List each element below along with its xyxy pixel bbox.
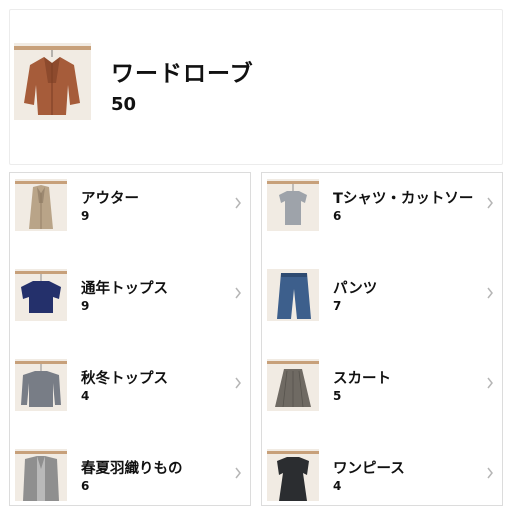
category-count: 6 [333, 209, 342, 223]
gray-tshirt-photo-icon [267, 179, 319, 231]
category-label: パンツ [333, 281, 378, 297]
wardrobe-count: 50 [111, 94, 137, 115]
category-item-all-season-tops[interactable]: 通年トップス 9 [10, 263, 250, 353]
leather-jacket-photo-icon [14, 43, 91, 120]
category-item-skirts[interactable]: スカート 5 [262, 353, 502, 443]
jeans-photo-icon [267, 269, 319, 321]
category-label: Tシャツ・カットソー [333, 191, 474, 207]
category-count: 9 [81, 299, 90, 313]
chevron-right-icon [487, 377, 493, 389]
category-count: 9 [81, 209, 90, 223]
wardrobe-header-card[interactable]: ワードローブ 50 [9, 9, 503, 165]
category-label: アウター [81, 191, 139, 207]
chevron-right-icon [235, 467, 241, 479]
chevron-right-icon [487, 197, 493, 209]
chevron-right-icon [235, 287, 241, 299]
category-label: 秋冬トップス [81, 371, 168, 387]
category-item-dresses[interactable]: ワンピース 4 [262, 443, 502, 505]
category-count: 4 [333, 479, 342, 493]
category-list-right: Tシャツ・カットソー 6 パンツ 7 スカート 5 ワンピース 4 [261, 172, 503, 506]
gray-sweater-photo-icon [15, 359, 67, 411]
category-label: ワンピース [333, 461, 405, 477]
category-label: 通年トップス [81, 281, 168, 297]
chevron-right-icon [487, 287, 493, 299]
category-count: 5 [333, 389, 342, 403]
black-dress-photo-icon [267, 449, 319, 501]
category-item-pants[interactable]: パンツ 7 [262, 263, 502, 353]
wardrobe-title: ワードローブ [111, 61, 254, 87]
category-count: 6 [81, 479, 90, 493]
navy-top-photo-icon [15, 269, 67, 321]
category-count: 4 [81, 389, 90, 403]
category-count: 7 [333, 299, 342, 313]
category-label: 春夏羽織りもの [81, 461, 183, 477]
pleated-skirt-photo-icon [267, 359, 319, 411]
category-item-tshirts[interactable]: Tシャツ・カットソー 6 [262, 173, 502, 263]
category-item-autumn-winter-tops[interactable]: 秋冬トップス 4 [10, 353, 250, 443]
category-item-outer[interactable]: アウター 9 [10, 173, 250, 263]
trench-coat-photo-icon [15, 179, 67, 231]
chevron-right-icon [487, 467, 493, 479]
category-list-left: アウター 9 通年トップス 9 秋冬トップス 4 春夏羽織りもの 6 [9, 172, 251, 506]
category-item-spring-summer-cardigans[interactable]: 春夏羽織りもの 6 [10, 443, 250, 505]
chevron-right-icon [235, 197, 241, 209]
category-label: スカート [333, 371, 391, 387]
gray-cardigan-photo-icon [15, 449, 67, 501]
chevron-right-icon [235, 377, 241, 389]
